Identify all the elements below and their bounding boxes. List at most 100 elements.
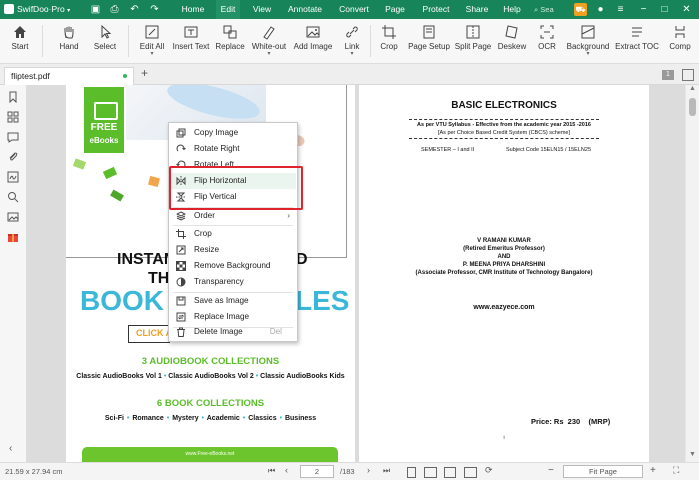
white-out-tool[interactable]: White-out ▾ [250,19,288,63]
menu-item-label: Remove Background [194,261,271,270]
extract-toc-tool[interactable]: Extract TOC [614,19,660,63]
background-tool[interactable]: Background ▾ [565,19,611,63]
print-icon[interactable]: ⎙ [108,3,121,16]
single-page-view-icon[interactable] [407,467,416,478]
app-logo-icon [4,4,14,14]
cart-icon[interactable]: ⛟ [574,3,587,16]
scroll-up-icon[interactable]: ▲ [689,85,696,92]
link-tool[interactable]: Link ▾ [337,19,367,63]
scroll-thumb[interactable] [689,98,696,116]
collapse-left-icon[interactable]: ‹ [9,443,12,454]
deskew-tool[interactable]: Deskew [496,19,528,63]
compress-tool[interactable]: Comp [663,19,697,63]
menu-item-label: Copy Image [194,128,239,137]
hamburger-menu-icon[interactable]: ≡ [614,3,627,16]
two-page-view-icon[interactable] [424,467,437,478]
page-setup-tool[interactable]: Page Setup [408,19,450,63]
headline-book: BOOK [80,285,164,316]
vertical-scrollbar[interactable]: ▲ ▼ [686,85,699,462]
maximize-icon[interactable]: □ [658,3,671,16]
minimize-icon[interactable]: − [637,3,650,16]
start-tool[interactable]: Start [2,19,38,63]
menu-edit[interactable]: Edit [216,0,240,19]
syllabus-rule [409,138,599,139]
menu-help[interactable]: Help [500,0,524,19]
menu-item-crop[interactable]: Crop [170,226,296,242]
replace-tool[interactable]: Replace [213,19,247,63]
white-out-icon [263,26,275,40]
menu-item-order[interactable]: Order › [170,208,296,224]
undo-icon[interactable]: ↶ [128,3,141,16]
fit-width-icon[interactable] [464,467,477,478]
menu-share[interactable]: Share [463,0,491,19]
menu-annotate[interactable]: Annotate [285,0,325,19]
search-box[interactable]: ⌕ Sea [534,3,564,16]
background-icon [581,25,595,39]
subject-code-text: Subject Code 15ELN15 / 15ELN25 [506,147,592,153]
edit-all-tool[interactable]: Edit All ▾ [135,19,169,63]
link-icon [346,26,358,38]
menu-item-resize[interactable]: Resize [170,242,296,258]
scroll-down-icon[interactable]: ▼ [689,451,696,458]
flip-options-highlight [169,166,303,210]
author-1-title: (Retired Emeritus Professor) [463,246,545,252]
user-icon[interactable]: ● [594,3,607,16]
compress-label: Comp [669,42,691,51]
signature-icon[interactable] [7,171,19,183]
collapse-panel-icon[interactable] [682,69,694,81]
menu-item-label: Resize [194,245,220,254]
page-number-input[interactable]: 2 [300,465,334,478]
edit-all-label: Edit All [139,42,165,51]
page-size-text: 21.59 x 27.94 cm [5,467,63,476]
attachment-icon[interactable] [7,151,19,163]
bookmark-icon[interactable] [7,91,19,103]
search-icon[interactable] [7,191,19,203]
insert-text-label: Insert Text [172,42,210,51]
close-icon[interactable]: ✕ [680,3,693,16]
deskew-icon [505,25,518,39]
next-page-icon[interactable]: › [367,465,370,475]
insert-text-tool[interactable]: Insert Text [171,19,211,63]
new-tab-button[interactable]: + [141,66,148,80]
menu-home[interactable]: Home [176,0,210,19]
hand-tool[interactable]: Hand [51,19,87,63]
continuous-view-icon[interactable] [444,467,456,478]
menu-item-replace-image[interactable]: Replace Image [170,309,296,325]
page-setup-icon [423,25,435,39]
select-tool[interactable]: Select [87,19,123,63]
gift-icon[interactable] [7,231,19,243]
crop-tool[interactable]: Crop [374,19,404,63]
menu-item-delete-image[interactable]: Delete Image Del [170,324,296,340]
zoom-out-icon[interactable]: − [548,465,554,476]
image-icon[interactable] [7,211,19,223]
image-context-menu: Copy Image Rotate Right Rotate Left Flip… [168,122,298,342]
save-icon[interactable]: ▣ [89,3,102,16]
comment-icon[interactable] [7,131,19,143]
rotate-view-icon[interactable]: ⟳ [485,465,493,476]
tab-fliptest[interactable]: fliptest.pdf [4,67,134,85]
prev-page-icon[interactable]: ‹ [285,465,288,475]
menu-item-copy-image[interactable]: Copy Image [170,125,296,141]
menu-view[interactable]: View [249,0,275,19]
genre-item: Classics [248,415,277,422]
menu-protect[interactable]: Protect [418,0,454,19]
menu-item-rotate-right[interactable]: Rotate Right [170,141,296,157]
menu-item-save-as-image[interactable]: Save as Image [170,293,296,309]
split-page-tool[interactable]: Split Page [453,19,493,63]
menu-convert[interactable]: Convert [336,0,372,19]
app-name[interactable]: SwifDoo·Pro ▾ [17,0,70,21]
ocr-tool[interactable]: OCR [533,19,561,63]
menu-item-remove-background[interactable]: Remove Background [170,258,296,274]
menu-item-transparency[interactable]: Transparency [170,274,296,290]
cursor-icon [101,24,112,39]
zoom-in-icon[interactable]: + [650,465,656,476]
first-page-icon[interactable]: ⏮ [268,466,275,476]
menu-page[interactable]: Page [382,0,408,19]
redo-icon[interactable]: ↷ [148,3,161,16]
thumbnails-icon[interactable] [7,111,19,123]
last-page-icon[interactable]: ⏭ [383,466,390,476]
zoom-select[interactable]: Fit Page [563,465,643,478]
add-image-tool[interactable]: Add Image [293,19,333,63]
semester-text: SEMESTER – I and II [421,147,475,153]
fullscreen-icon[interactable]: ⛶ [673,465,679,476]
